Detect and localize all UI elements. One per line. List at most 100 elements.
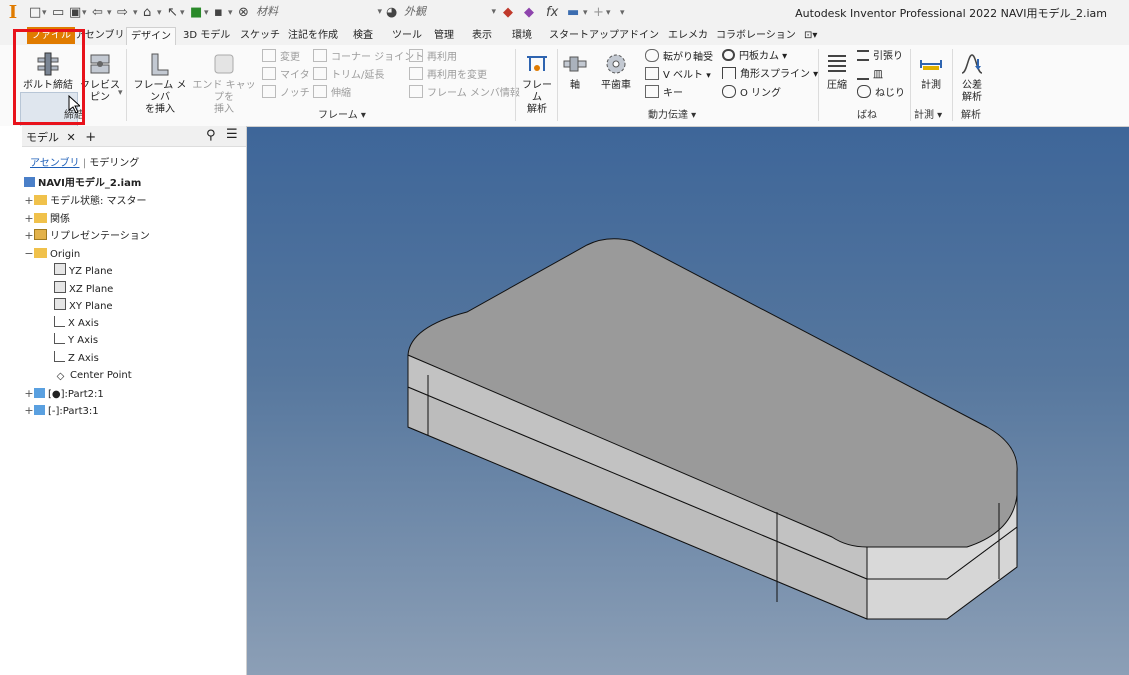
update-icon[interactable]: ■ — [190, 4, 202, 22]
miter-button[interactable]: マイタ — [262, 67, 310, 83]
add-icon[interactable]: + — [85, 130, 96, 145]
o-ring-button[interactable]: O リング — [722, 85, 781, 101]
tree-item-center-point[interactable]: ◇ Center Point — [54, 368, 132, 384]
tree-item-part2[interactable]: + [●]:Part2:1 — [24, 386, 103, 402]
fx-parameters-icon[interactable]: fx — [546, 4, 558, 22]
tree-item-yz-plane[interactable]: YZ Plane — [54, 263, 113, 279]
add-icon[interactable]: + — [593, 4, 604, 22]
spline-button[interactable]: 角形スプライン ▾ — [722, 67, 818, 83]
select-icon[interactable]: ↖ — [167, 4, 178, 22]
inventor-logo-icon[interactable]: I — [5, 3, 21, 23]
expand-icon[interactable]: + — [24, 211, 34, 227]
tree-item-origin[interactable]: − Origin — [24, 246, 80, 262]
tree-item-model-states[interactable]: + モデル状態: マスター — [24, 193, 146, 209]
tab-design[interactable]: デザイン — [126, 27, 176, 45]
new-dropdown-icon[interactable]: ▾ — [42, 4, 47, 22]
undo-dropdown-icon[interactable]: ▾ — [107, 4, 112, 22]
save-dropdown-icon[interactable]: ▾ — [82, 4, 87, 22]
disc-spring-button[interactable]: 皿 — [857, 67, 883, 83]
tree-item-z-axis[interactable]: Z Axis — [54, 351, 99, 367]
clevis-pin-button[interactable]: クレビス ピン — [80, 51, 120, 104]
disc-cam-button[interactable]: 円板カム ▾ — [722, 49, 787, 65]
adjust-appearance-icon[interactable]: ◆ — [524, 4, 534, 22]
spur-gear-button[interactable]: 平歯車 — [596, 51, 636, 92]
menu-icon[interactable]: ☰ — [226, 127, 238, 142]
undo-icon[interactable]: ⇦ — [92, 4, 103, 22]
tree-item-part3[interactable]: + [-]:Part3:1 — [24, 403, 98, 419]
tolerance-analysis-button[interactable]: 公差 解析 — [955, 51, 989, 104]
tree-item-representations[interactable]: + リプレゼンテーション — [24, 228, 150, 244]
extension-spring-button[interactable]: 引張り — [857, 49, 903, 65]
select-dropdown-icon[interactable]: ▾ — [180, 4, 185, 22]
tab-annotate[interactable]: 注記を作成 — [284, 27, 342, 44]
power-transmission-group-label[interactable]: 動力伝達 ▾ — [648, 108, 696, 124]
frame-member-info-button[interactable]: フレーム メンバ情報 — [409, 85, 520, 101]
panel-toggle-icon[interactable]: ⊡▾ — [800, 27, 821, 44]
tab-sketch[interactable]: スケッチ — [236, 27, 284, 44]
frame-change-button[interactable]: 変更 — [262, 49, 300, 65]
insert-end-cap-button[interactable]: エンド キャップを 挿入 — [192, 51, 256, 116]
compression-spring-button[interactable]: 圧縮 — [822, 51, 852, 92]
change-reuse-button[interactable]: 再利用を変更 — [409, 67, 487, 83]
frame-reuse-button[interactable]: 再利用 — [409, 49, 457, 65]
tab-elemeca[interactable]: エレメカ — [664, 27, 712, 44]
bearing-button[interactable]: 転がり軸受 — [645, 49, 713, 65]
expand-icon[interactable]: + — [24, 403, 34, 419]
trim-extend-button[interactable]: トリム/延長 — [313, 67, 384, 83]
subtab-modeling[interactable]: モデリング — [89, 158, 139, 169]
graphics-viewport[interactable] — [247, 127, 1129, 675]
measure-button[interactable]: 計測 — [914, 51, 948, 92]
tree-item-relations[interactable]: + 関係 — [24, 211, 70, 227]
clear-appearance-icon[interactable]: ◆ — [503, 4, 513, 22]
tree-root[interactable]: NAVI用モデル_2.iam — [24, 176, 141, 192]
measure-quick-dropdown-icon[interactable]: ▾ — [228, 4, 233, 22]
frame-analysis-button[interactable]: フレーム 解析 — [518, 51, 556, 116]
home-icon[interactable]: ⌂ — [143, 4, 151, 22]
add-dropdown-icon[interactable]: ▾ — [606, 4, 611, 22]
open-icon[interactable]: ▭ — [52, 4, 64, 22]
design-doctor-icon[interactable]: ⊗ — [238, 4, 249, 22]
tree-item-x-axis[interactable]: X Axis — [54, 316, 99, 332]
save-icon[interactable]: ▣ — [69, 4, 81, 22]
tab-get-started[interactable]: スタートアップ — [545, 27, 623, 44]
expand-icon[interactable]: + — [24, 193, 34, 209]
lengthen-shorten-button[interactable]: 伸縮 — [313, 85, 351, 101]
ilogic-dropdown-icon[interactable]: ▾ — [583, 4, 588, 22]
clevis-dropdown-icon[interactable]: ▾ — [118, 84, 123, 102]
corner-joint-button[interactable]: コーナー ジョイント — [313, 49, 424, 65]
close-icon[interactable]: ✕ — [67, 131, 76, 144]
ilogic-icon[interactable]: ▬ — [567, 4, 579, 22]
expand-icon[interactable]: + — [24, 228, 34, 244]
expand-icon[interactable]: + — [24, 386, 34, 402]
tree-item-y-axis[interactable]: Y Axis — [54, 333, 98, 349]
tab-collaborate[interactable]: コラボレーション — [712, 27, 800, 44]
tab-environments[interactable]: 環境 — [508, 27, 536, 44]
customize-quick-access-icon[interactable]: ▾ — [620, 4, 625, 22]
tab-3d-model[interactable]: 3D モデル — [179, 27, 234, 44]
material-dropdown[interactable]: 材料 ▾ — [256, 4, 382, 20]
tab-view[interactable]: 表示 — [468, 27, 496, 44]
home-dropdown-icon[interactable]: ▾ — [157, 4, 162, 22]
tab-inspect[interactable]: 検査 — [349, 27, 377, 44]
subtab-assembly[interactable]: アセンブリ — [30, 158, 80, 169]
tree-item-xz-plane[interactable]: XZ Plane — [54, 281, 113, 297]
tree-item-xy-plane[interactable]: XY Plane — [54, 298, 113, 314]
browser-tab-model[interactable]: モデル ✕ + — [26, 129, 96, 145]
measure-group-label[interactable]: 計測 ▾ — [914, 108, 942, 124]
insert-frame-button[interactable]: フレーム メンバ を挿入 — [130, 51, 190, 116]
tab-addins[interactable]: アドイン — [615, 27, 663, 44]
new-file-icon[interactable]: □ — [29, 4, 41, 22]
appearance-icon[interactable]: ◕ — [386, 4, 397, 22]
tab-tools[interactable]: ツール — [388, 27, 426, 44]
v-belt-button[interactable]: V ベルト ▾ — [645, 67, 711, 83]
search-icon[interactable]: ⚲ — [206, 128, 216, 143]
redo-dropdown-icon[interactable]: ▾ — [133, 4, 138, 22]
frame-group-label[interactable]: フレーム ▾ — [318, 108, 366, 124]
measure-quick-icon[interactable]: ▪ — [214, 4, 223, 22]
tab-manage[interactable]: 管理 — [430, 27, 458, 44]
torsion-spring-button[interactable]: ねじり — [857, 85, 905, 101]
redo-icon[interactable]: ⇨ — [117, 4, 128, 22]
shaft-button[interactable]: 軸 — [560, 51, 590, 92]
key-button[interactable]: キー — [645, 85, 683, 101]
update-dropdown-icon[interactable]: ▾ — [204, 4, 209, 22]
